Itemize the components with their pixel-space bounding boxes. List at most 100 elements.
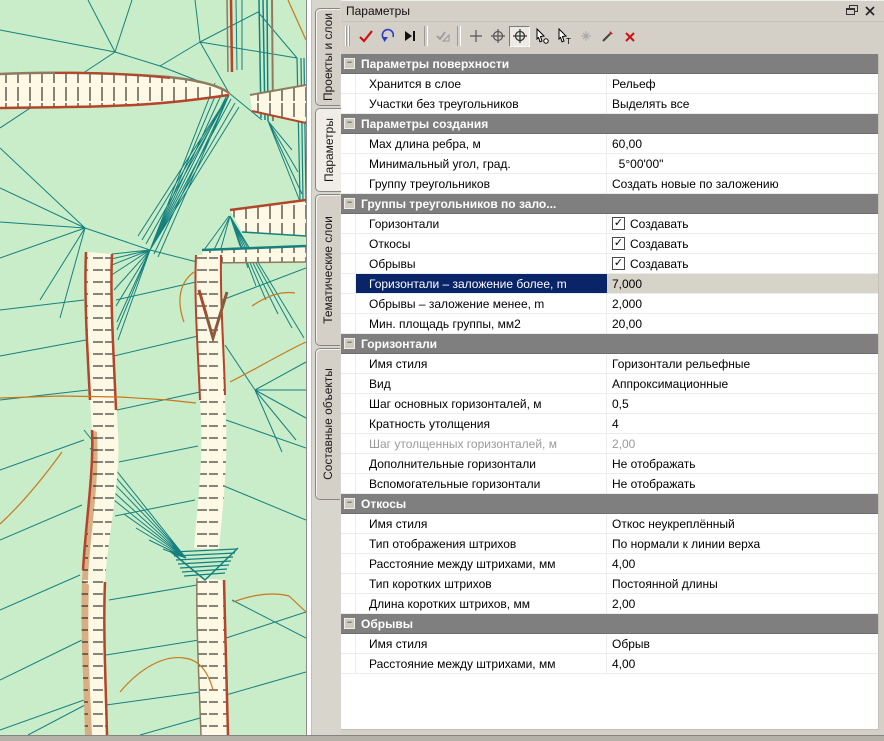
toolbar-grip[interactable]: [345, 26, 351, 46]
go-to-end-icon: [402, 28, 418, 44]
property-row[interactable]: Кратность утолщения4: [341, 414, 878, 434]
select-object-button[interactable]: [531, 26, 552, 47]
capture-point-active-button[interactable]: [509, 26, 530, 47]
property-value[interactable]: 4,00: [607, 654, 878, 673]
float-button[interactable]: [843, 3, 861, 18]
section-header[interactable]: −Группы треугольников по зало...: [341, 194, 878, 214]
property-value[interactable]: Обрыв: [607, 634, 878, 653]
collapse-icon[interactable]: −: [344, 118, 355, 129]
collapse-icon[interactable]: −: [344, 198, 355, 209]
property-row[interactable]: Имя стиляГоризонтали рельефные: [341, 354, 878, 374]
apply-button[interactable]: [355, 26, 376, 47]
tab-parameters[interactable]: Параметры: [315, 108, 341, 192]
property-value[interactable]: 4,00: [607, 554, 878, 573]
property-value[interactable]: 2,00: [607, 594, 878, 613]
cursor-text-icon: T: [555, 28, 572, 45]
collapse-icon[interactable]: −: [344, 58, 355, 69]
tab-projects-and-layers[interactable]: Проекты и слои: [315, 8, 340, 106]
picker-pen-button[interactable]: [597, 26, 618, 47]
section-header[interactable]: −Откосы: [341, 494, 878, 514]
property-value[interactable]: 2,000: [607, 294, 878, 313]
panel-toolbar: T: [341, 22, 884, 50]
property-value[interactable]: Не отображать: [607, 454, 878, 473]
property-value[interactable]: ✓Создавать: [607, 234, 878, 253]
property-value[interactable]: 5°00'00": [607, 154, 878, 173]
section-title: Группы треугольников по зало...: [361, 197, 556, 211]
property-row[interactable]: Обрывы – заложение менее, m2,000: [341, 294, 878, 314]
property-row[interactable]: Участки без треугольниковВыделять все: [341, 94, 878, 114]
property-row[interactable]: Хранится в слоеРельеф: [341, 74, 878, 94]
property-value[interactable]: Создать новые по заложению: [607, 174, 878, 193]
row-gutter: [341, 474, 356, 493]
property-value[interactable]: 4: [607, 414, 878, 433]
map-view[interactable]: [0, 0, 311, 735]
checkbox[interactable]: ✓: [612, 257, 625, 270]
property-value[interactable]: 20,00: [607, 314, 878, 333]
row-gutter: [341, 74, 356, 93]
property-value[interactable]: Рельеф: [607, 74, 878, 93]
row-gutter: [341, 434, 356, 453]
collapse-icon[interactable]: −: [344, 618, 355, 629]
undo-button[interactable]: [377, 26, 398, 47]
property-row[interactable]: Длина коротких штрихов, мм2,00: [341, 594, 878, 614]
property-value[interactable]: ✓Создавать: [607, 214, 878, 233]
checkbox[interactable]: ✓: [612, 217, 625, 230]
row-gutter: [341, 554, 356, 573]
select-text-button[interactable]: T: [553, 26, 574, 47]
section-title: Параметры создания: [361, 117, 488, 131]
property-row[interactable]: Мин. площадь группы, мм220,00: [341, 314, 878, 334]
parameters-panel: Параметры: [341, 0, 884, 735]
property-value[interactable]: 7,000: [607, 274, 878, 293]
panel-tabstrip: Проекты и слоиПараметрыТематические слои…: [311, 0, 341, 735]
property-label: Обрывы: [356, 254, 607, 273]
property-row[interactable]: Max длина ребра, м60,00: [341, 134, 878, 154]
property-value[interactable]: 60,00: [607, 134, 878, 153]
section-header[interactable]: −Параметры поверхности: [341, 54, 878, 74]
property-row[interactable]: Вспомогательные горизонталиНе отображать: [341, 474, 878, 494]
property-row[interactable]: Имя стиляОткос неукреплённый: [341, 514, 878, 534]
capture-point-button[interactable]: [487, 26, 508, 47]
property-row[interactable]: ВидАппроксимационные: [341, 374, 878, 394]
property-row[interactable]: Откосы✓Создавать: [341, 234, 878, 254]
add-point-icon: [468, 28, 484, 44]
property-row[interactable]: Дополнительные горизонталиНе отображать: [341, 454, 878, 474]
property-row[interactable]: Группу треугольниковСоздать новые по зал…: [341, 174, 878, 194]
section-header[interactable]: −Обрывы: [341, 614, 878, 634]
collapse-icon[interactable]: −: [344, 338, 355, 349]
property-row[interactable]: Минимальный угол, град. 5°00'00": [341, 154, 878, 174]
row-gutter: [341, 454, 356, 473]
property-label: Кратность утолщения: [356, 414, 607, 433]
property-row[interactable]: Обрывы✓Создавать: [341, 254, 878, 274]
property-value[interactable]: По нормали к линии верха: [607, 534, 878, 553]
property-row[interactable]: Горизонтали✓Создавать: [341, 214, 878, 234]
go-to-end-button[interactable]: [399, 26, 420, 47]
tab-compound-objects[interactable]: Составные объекты: [315, 348, 340, 500]
property-value[interactable]: 2,00: [607, 434, 878, 453]
add-point-button[interactable]: [465, 26, 486, 47]
property-row[interactable]: Расстояние между штрихами, мм4,00: [341, 554, 878, 574]
property-value[interactable]: ✓Создавать: [607, 254, 878, 273]
section-header[interactable]: −Горизонтали: [341, 334, 878, 354]
property-value[interactable]: Откос неукреплённый: [607, 514, 878, 533]
property-value[interactable]: Не отображать: [607, 474, 878, 493]
property-row[interactable]: Тип отображения штриховПо нормали к лини…: [341, 534, 878, 554]
property-row[interactable]: Тип коротких штриховПостоянной длины: [341, 574, 878, 594]
property-row[interactable]: Горизонтали – заложение более, m7,000: [341, 274, 878, 294]
property-row[interactable]: Шаг основных горизонталей, м0,5: [341, 394, 878, 414]
property-row[interactable]: Расстояние между штрихами, мм4,00: [341, 654, 878, 674]
property-row[interactable]: Шаг утолщенных горизонталей, м2,00: [341, 434, 878, 454]
property-value[interactable]: Горизонтали рельефные: [607, 354, 878, 373]
cancel-button[interactable]: [619, 26, 640, 47]
property-row[interactable]: Имя стиляОбрыв: [341, 634, 878, 654]
svg-text:T: T: [566, 37, 571, 45]
collapse-icon[interactable]: −: [344, 498, 355, 509]
property-label: Группу треугольников: [356, 174, 607, 193]
section-header[interactable]: −Параметры создания: [341, 114, 878, 134]
property-value[interactable]: Аппроксимационные: [607, 374, 878, 393]
close-button[interactable]: [861, 3, 879, 18]
property-value[interactable]: 0,5: [607, 394, 878, 413]
property-value[interactable]: Выделять все: [607, 94, 878, 113]
property-value[interactable]: Постоянной длины: [607, 574, 878, 593]
tab-thematic-layers[interactable]: Тематические слои: [315, 194, 340, 346]
checkbox[interactable]: ✓: [612, 237, 625, 250]
